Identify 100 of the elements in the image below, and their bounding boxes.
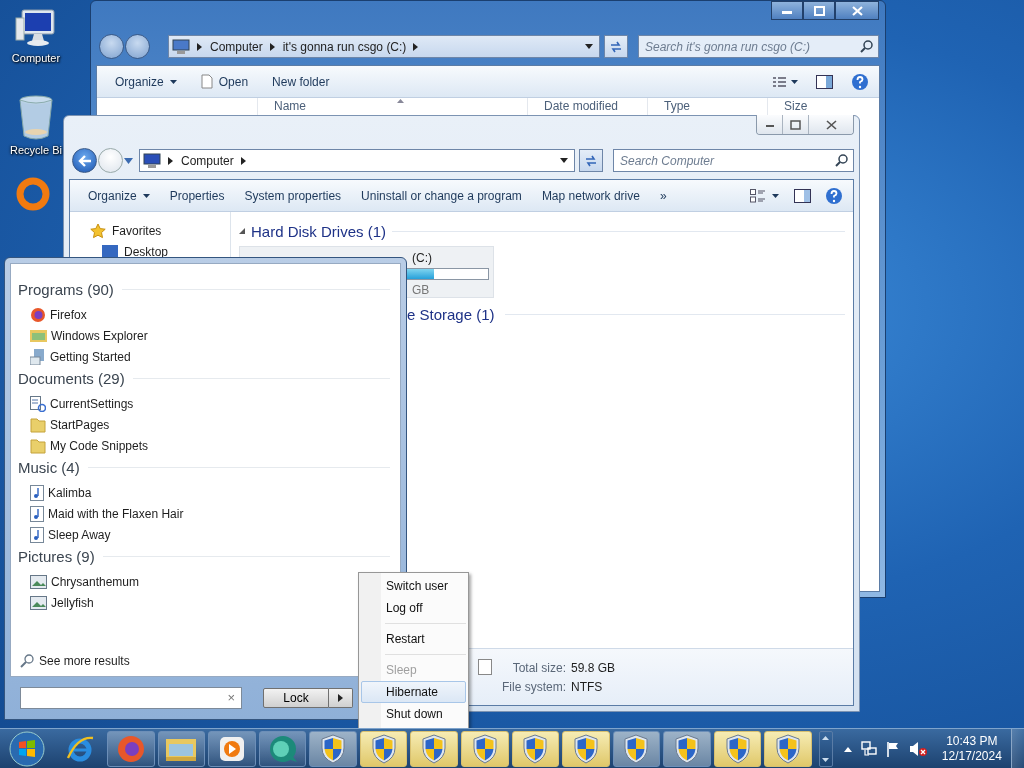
- network-icon[interactable]: [860, 741, 877, 757]
- power-options-button[interactable]: [329, 688, 353, 708]
- taskbar-button[interactable]: [461, 731, 509, 767]
- breadcrumb-item[interactable]: Computer: [181, 153, 234, 168]
- minimize-button[interactable]: [757, 115, 783, 134]
- search-result[interactable]: CurrentSettings: [50, 396, 134, 411]
- group-header[interactable]: e Storage (1): [407, 305, 495, 323]
- desktop-icon-label[interactable]: Recycle Bi: [10, 144, 62, 156]
- taskbar-scroll-buttons[interactable]: [818, 731, 833, 767]
- music-file-icon: [30, 505, 44, 522]
- address-bar[interactable]: Computer it's gonna run csgo (C:): [168, 35, 600, 58]
- help-icon[interactable]: [825, 186, 843, 205]
- caret-icon: [338, 694, 343, 702]
- taskbar-button[interactable]: [713, 731, 762, 767]
- menu-item[interactable]: Switch user: [361, 575, 466, 597]
- close-button[interactable]: [809, 115, 853, 134]
- taskbar-button[interactable]: [764, 731, 812, 767]
- breadcrumb-item[interactable]: Computer: [210, 39, 263, 54]
- section-heading[interactable]: Music (4): [18, 458, 80, 476]
- search-result[interactable]: StartPages: [50, 417, 110, 432]
- image-file-icon: [30, 574, 47, 589]
- group-header[interactable]: Hard Disk Drives (1): [251, 222, 386, 240]
- section-heading[interactable]: Programs (90): [18, 280, 114, 298]
- show-desktop-button[interactable]: [1010, 729, 1024, 768]
- toolbar-button[interactable]: Organize: [105, 70, 187, 93]
- menu-item[interactable]: Log off: [361, 597, 466, 619]
- taskbar-button[interactable]: [511, 731, 560, 767]
- close-button[interactable]: [835, 1, 879, 20]
- view-options-icon[interactable]: [772, 75, 798, 88]
- dropdown-icon[interactable]: [585, 44, 593, 49]
- maximize-button[interactable]: [803, 1, 835, 20]
- preview-pane-icon[interactable]: [816, 74, 833, 89]
- search-result[interactable]: Jellyfish: [51, 595, 94, 610]
- taskbar-button[interactable]: [562, 731, 610, 767]
- search-icon: [860, 40, 873, 53]
- toolbar-button[interactable]: Uninstall or change a program: [351, 184, 532, 207]
- taskbar-button[interactable]: [157, 731, 206, 767]
- search-field[interactable]: [20, 687, 242, 709]
- toolbar-button[interactable]: Properties: [159, 184, 235, 207]
- restore-icon: [790, 119, 801, 130]
- taskbar-button[interactable]: [258, 731, 307, 767]
- toolbar-button[interactable]: Map network drive: [531, 184, 650, 207]
- search-result[interactable]: Windows Explorer: [51, 328, 148, 343]
- speaker-muted-icon[interactable]: [908, 741, 927, 757]
- search-result[interactable]: Sleep Away: [48, 527, 111, 542]
- scroll-down-icon: [822, 758, 830, 762]
- see-more-link[interactable]: See more results: [39, 654, 130, 668]
- chevron-icon: [240, 156, 247, 165]
- taskbar-button[interactable]: [359, 731, 408, 767]
- help-icon[interactable]: [851, 72, 869, 91]
- menu-item[interactable]: Hibernate: [361, 681, 466, 703]
- back-button[interactable]: [99, 34, 124, 59]
- taskbar-button[interactable]: [663, 731, 711, 767]
- breadcrumb-item[interactable]: it's gonna run csgo (C:): [282, 39, 407, 54]
- start-orb-icon: [7, 730, 46, 768]
- collapse-triangle-icon[interactable]: [239, 228, 245, 234]
- search-result[interactable]: Kalimba: [48, 485, 92, 500]
- search-field[interactable]: Search it's gonna run csgo (C:): [638, 35, 879, 58]
- taskbar-button[interactable]: [309, 731, 357, 767]
- lock-button[interactable]: Lock: [263, 688, 329, 708]
- section-heading[interactable]: Documents (29): [18, 369, 125, 387]
- search-result[interactable]: Chrysanthemum: [51, 574, 140, 589]
- search-result[interactable]: Firefox: [50, 307, 87, 322]
- ring-icon[interactable]: [15, 176, 51, 212]
- shield-icon: [775, 734, 802, 764]
- search-result[interactable]: Maid with the Flaxen Hair: [48, 506, 184, 521]
- trash-bin-icon[interactable]: [16, 94, 56, 142]
- preview-pane-icon[interactable]: [794, 188, 811, 203]
- toolbar-button[interactable]: Organize: [78, 184, 160, 207]
- nav-item[interactable]: Favorites: [112, 223, 162, 238]
- view-options-icon[interactable]: [750, 188, 780, 203]
- flag-icon[interactable]: [885, 741, 900, 757]
- menu-item[interactable]: Shut down: [361, 703, 466, 725]
- forward-button[interactable]: [125, 34, 150, 59]
- taskbar-button[interactable]: [208, 731, 256, 767]
- toolbar-button[interactable]: »: [649, 184, 677, 207]
- toolbar-button[interactable]: System properties: [234, 184, 352, 207]
- clock[interactable]: 10:43 PM 12/17/2024: [941, 734, 1002, 764]
- taskbar-button[interactable]: [410, 731, 458, 767]
- refresh-button[interactable]: [604, 35, 628, 58]
- folder-icon: [30, 328, 47, 343]
- section-heading[interactable]: Pictures (9): [18, 547, 95, 565]
- minimize-button[interactable]: [771, 1, 803, 20]
- search-result[interactable]: My Code Snippets: [50, 438, 149, 453]
- chevron-icon: [197, 42, 203, 51]
- toolbar-button[interactable]: Open: [190, 70, 259, 93]
- dropdown-icon[interactable]: [560, 158, 568, 163]
- menu-item[interactable]: Restart: [361, 628, 466, 650]
- refresh-button[interactable]: [579, 149, 603, 172]
- clear-button[interactable]: ×: [227, 690, 235, 705]
- taskbar-button[interactable]: [612, 731, 661, 767]
- desktop-icon-label[interactable]: Computer: [11, 52, 61, 64]
- show-hidden-icons-button[interactable]: [843, 746, 852, 752]
- search-field[interactable]: Search Computer: [613, 149, 854, 172]
- search-result[interactable]: Getting Started: [50, 349, 131, 364]
- back-button[interactable]: [72, 148, 97, 173]
- address-bar[interactable]: Computer: [139, 149, 575, 172]
- toolbar-button[interactable]: New folder: [262, 70, 340, 93]
- nav-item[interactable]: Desktop: [124, 244, 169, 259]
- clock-date: 12/17/2024: [941, 749, 1002, 764]
